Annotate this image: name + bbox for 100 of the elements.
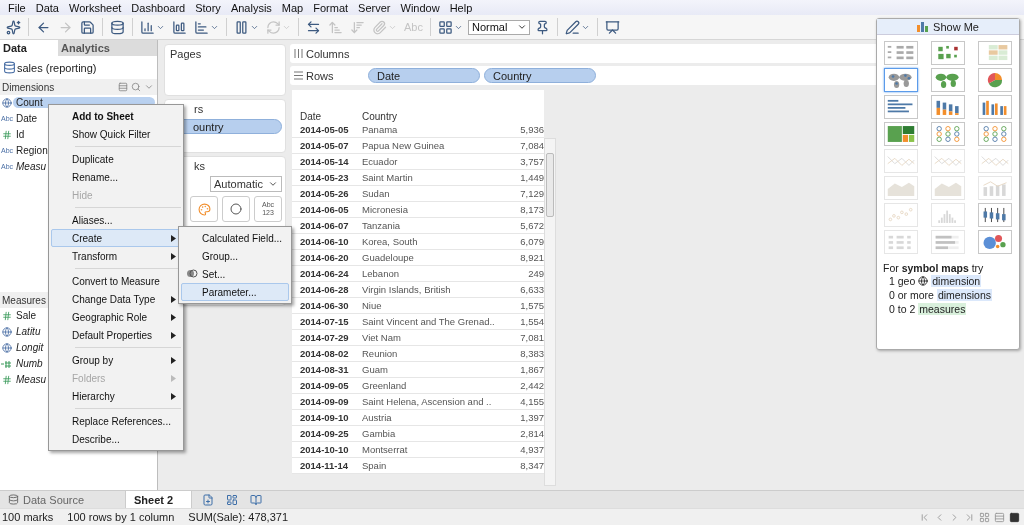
menu-item[interactable]: Calculated Field... bbox=[181, 229, 289, 247]
mark-type-dropdown[interactable]: Automatic bbox=[210, 176, 282, 192]
dimension-field[interactable]: Date bbox=[13, 113, 41, 124]
scrollbar[interactable] bbox=[544, 138, 556, 486]
chart-type-button[interactable] bbox=[931, 68, 965, 92]
chart-type-button[interactable] bbox=[978, 95, 1012, 119]
menu-item[interactable]: Server bbox=[354, 1, 397, 14]
field-pill[interactable]: Date bbox=[368, 68, 480, 83]
chart-type-button[interactable] bbox=[931, 95, 965, 119]
menu-item[interactable]: Analysis bbox=[226, 1, 278, 14]
requirement-term: dimension bbox=[931, 275, 982, 287]
new-story-icon[interactable] bbox=[250, 493, 262, 506]
chart-type-button[interactable] bbox=[931, 122, 965, 146]
menu-item[interactable]: Change Data Type bbox=[51, 290, 181, 308]
menu-item[interactable]: Convert to Measure bbox=[51, 272, 181, 290]
card-title: ks bbox=[193, 160, 206, 172]
submenu-arrow-icon bbox=[171, 374, 176, 382]
menu-item[interactable]: Transform bbox=[51, 247, 181, 265]
menu-item[interactable]: Map bbox=[277, 1, 310, 14]
presentation-icon bbox=[604, 19, 620, 35]
menu-item[interactable]: File bbox=[4, 1, 32, 14]
table-cell-text: 2014-06-20 bbox=[300, 252, 350, 263]
menu-item[interactable]: Dashboard bbox=[127, 1, 192, 14]
table-cell-text: Montserrat bbox=[362, 444, 409, 455]
menu-item[interactable]: Data bbox=[31, 1, 65, 14]
table-cell-text: 1,449 bbox=[519, 172, 544, 183]
chart-type-button[interactable] bbox=[978, 203, 1012, 227]
table-cell-text: 1,397 bbox=[519, 412, 544, 423]
column-header: Date bbox=[300, 111, 323, 122]
menu-item[interactable]: Help bbox=[445, 1, 479, 14]
chart-type-button[interactable] bbox=[978, 68, 1012, 92]
refresh-icon bbox=[266, 19, 281, 35]
treemap-icon bbox=[886, 124, 916, 144]
grid-view-icon[interactable] bbox=[979, 511, 990, 523]
menu-item[interactable]: Geographic Role bbox=[51, 308, 181, 326]
menu-item[interactable]: Story bbox=[191, 1, 227, 14]
table-cell-text: Korea, South bbox=[362, 236, 419, 247]
hint-text: For symbol maps try bbox=[882, 261, 985, 274]
chart-type-button[interactable] bbox=[978, 122, 1012, 146]
column-header: Country bbox=[362, 111, 398, 122]
globe-icon bbox=[2, 97, 12, 108]
chart-type-button[interactable] bbox=[884, 122, 918, 146]
measure-field[interactable]: Latitu bbox=[13, 326, 44, 337]
columns-icon bbox=[294, 49, 303, 58]
table-cell-text: 2014-05-14 bbox=[300, 156, 350, 167]
menu-item[interactable]: Aliases... bbox=[51, 211, 181, 229]
menu-item[interactable]: Describe... bbox=[51, 430, 181, 448]
menu-item[interactable]: Group by bbox=[51, 351, 181, 369]
menu-item[interactable]: Rename... bbox=[51, 168, 181, 186]
sheet-tab[interactable]: Sheet 2 bbox=[126, 491, 192, 508]
menu-item[interactable]: Set... bbox=[181, 265, 289, 283]
caret-icon[interactable] bbox=[144, 82, 154, 92]
last-page-icon[interactable] bbox=[964, 511, 975, 523]
measure-field[interactable]: Numb bbox=[13, 358, 46, 369]
menu-item[interactable]: Hierarchy bbox=[51, 387, 181, 405]
menu-item[interactable]: Format bbox=[309, 1, 355, 14]
menu-item[interactable]: Parameter... bbox=[181, 283, 289, 301]
table-cell-text: 8,383 bbox=[519, 348, 544, 359]
measure-field[interactable]: Longit bbox=[13, 342, 47, 353]
chart-type-button[interactable] bbox=[931, 41, 965, 65]
color-mark-button[interactable] bbox=[190, 196, 218, 222]
table-cell-text: Spain bbox=[362, 460, 388, 471]
menu-item[interactable]: Create bbox=[51, 229, 181, 247]
table-cell-text: Viet Nam bbox=[362, 332, 402, 343]
size-mark-button[interactable] bbox=[222, 196, 250, 222]
fit-dropdown[interactable]: Normal bbox=[467, 19, 530, 35]
menu-item[interactable]: Duplicate bbox=[51, 150, 181, 168]
calculated-number-icon bbox=[1, 358, 13, 369]
new-dashboard-icon[interactable] bbox=[226, 493, 238, 506]
table-cell-text: Saint Helena, Ascension and .. bbox=[362, 396, 493, 407]
panel-tab[interactable]: Analytics bbox=[58, 40, 157, 56]
list-icon[interactable] bbox=[118, 82, 128, 92]
paperclip-icon bbox=[372, 19, 387, 35]
chart-type-button[interactable] bbox=[884, 68, 918, 92]
table-cell-text: Guam bbox=[362, 364, 389, 375]
measure-field[interactable]: Measu bbox=[13, 374, 49, 385]
chart-type-button[interactable] bbox=[884, 41, 918, 65]
status-text: SUM(Sale): 478,371 bbox=[187, 511, 290, 523]
single-view-icon[interactable] bbox=[1009, 511, 1020, 523]
dimension-field[interactable]: Id bbox=[13, 129, 28, 140]
menu-item[interactable]: Group... bbox=[181, 247, 289, 265]
menu-item[interactable]: Worksheet bbox=[65, 1, 128, 14]
dimension-field[interactable]: Region bbox=[13, 145, 51, 156]
dimension-field[interactable]: Measu bbox=[13, 161, 49, 172]
pen-icon bbox=[564, 19, 580, 35]
measure-field[interactable]: Sale bbox=[13, 310, 39, 321]
chart-type-button[interactable] bbox=[884, 95, 918, 119]
search-icon[interactable] bbox=[131, 82, 141, 92]
chart-type-button[interactable] bbox=[978, 230, 1012, 254]
table-cell-text: Reunion bbox=[362, 348, 399, 359]
menu-item[interactable]: Default Properties bbox=[51, 326, 181, 344]
first-page-icon[interactable] bbox=[919, 511, 930, 523]
new-sheet-icon[interactable] bbox=[202, 493, 214, 506]
menu-item[interactable]: Window bbox=[396, 1, 446, 14]
chart-icon bbox=[172, 19, 187, 35]
table-cell-text: 5,936 bbox=[519, 124, 544, 135]
table-cell-text: 2014-07-15 bbox=[300, 316, 350, 327]
database-icon bbox=[3, 61, 16, 74]
menu-item[interactable]: Replace References... bbox=[51, 412, 181, 430]
field-pill[interactable]: Country bbox=[484, 68, 596, 83]
